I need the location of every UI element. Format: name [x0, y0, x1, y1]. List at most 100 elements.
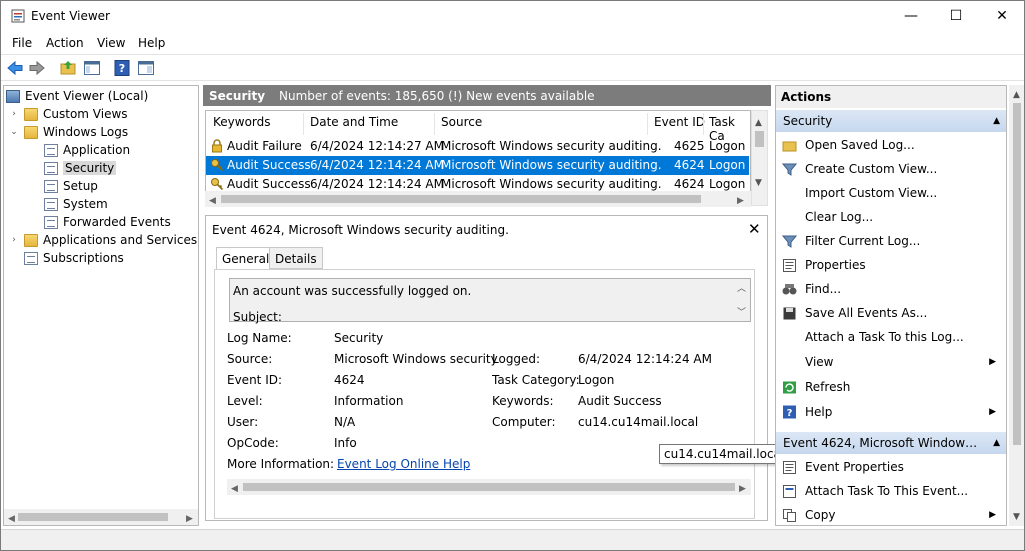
value-task-category: Logon — [578, 373, 615, 387]
svg-text:▶: ▶ — [739, 484, 746, 494]
action-label: Event Properties — [805, 460, 904, 474]
menu-file[interactable]: File — [12, 36, 32, 50]
label-opcode: OpCode: — [227, 436, 279, 450]
action-help[interactable]: ? Help ▶ — [776, 401, 1004, 423]
task-icon — [781, 484, 797, 498]
action-properties[interactable]: Properties — [776, 254, 1004, 276]
action-save-all-events[interactable]: Save All Events As... — [776, 302, 1004, 324]
maximize-button[interactable]: ☐ — [933, 1, 979, 31]
toolbar: ? — [1, 54, 1024, 81]
svg-text:?: ? — [786, 408, 792, 419]
log-icon — [44, 179, 58, 193]
tree-horizontal-scrollbar[interactable]: ◀ ▶ — [4, 509, 198, 525]
details-title: Event 4624, Microsoft Windows security a… — [212, 223, 509, 237]
value-keywords: Audit Success — [578, 394, 662, 408]
scroll-down-icon[interactable]: ﹀ — [737, 305, 746, 318]
action-create-custom-view[interactable]: Create Custom View... — [776, 158, 1004, 180]
action-attach-task-to-event[interactable]: Attach Task To This Event... — [776, 480, 1004, 502]
tree-item-windows-logs[interactable]: ⌄ Windows Logs — [8, 123, 128, 141]
action-label: Filter Current Log... — [805, 234, 921, 248]
cell-source: Microsoft Windows security auditing. — [441, 177, 662, 191]
svg-text:▲: ▲ — [755, 118, 762, 128]
details-horizontal-scrollbar[interactable]: ◀ ▶ — [227, 479, 751, 495]
tab-general[interactable]: General — [216, 247, 276, 270]
column-divider[interactable] — [647, 113, 648, 135]
collapse-section-icon[interactable]: ▲ — [993, 116, 1000, 126]
tree-item-custom-views[interactable]: › Custom Views — [8, 105, 127, 123]
forward-icon[interactable] — [28, 59, 46, 77]
menu-help[interactable]: Help — [138, 36, 165, 50]
show-hide-action-pane-icon[interactable] — [137, 59, 155, 77]
event-viewer-app-icon — [11, 9, 25, 23]
event-log-online-help-link[interactable]: Event Log Online Help — [337, 457, 470, 471]
tab-details[interactable]: Details — [269, 247, 323, 269]
up-folder-icon[interactable] — [59, 59, 77, 77]
tree-item-apps-services[interactable]: › Applications and Services Lo — [8, 231, 198, 249]
grid-vertical-scrollbar[interactable]: ▲ ▼ — [751, 110, 768, 206]
action-label: Refresh — [805, 380, 851, 394]
column-event-id[interactable]: Event ID — [654, 115, 705, 135]
svg-text:▼: ▼ — [1013, 512, 1020, 522]
action-import-custom-view[interactable]: Import Custom View... — [776, 182, 1004, 204]
tree-item-application[interactable]: Application — [44, 141, 130, 159]
help-icon: ? — [781, 405, 797, 419]
section-title: Event 4624, Microsoft Windows security a… — [783, 436, 979, 450]
collapse-section-icon[interactable]: ▲ — [993, 438, 1000, 448]
folder-icon — [24, 233, 38, 247]
column-divider[interactable] — [434, 113, 435, 135]
folder-icon — [24, 125, 38, 139]
close-button[interactable]: ✕ — [979, 1, 1024, 31]
event-description-box[interactable]: An account was successfully logged on. S… — [229, 278, 751, 324]
actions-section-security[interactable]: Security ▲ — [776, 110, 1006, 132]
actions-pane: Actions Security ▲ Open Saved Log... Cre… — [775, 85, 1007, 526]
show-hide-tree-icon[interactable] — [83, 59, 101, 77]
column-keywords[interactable]: Keywords — [213, 115, 271, 135]
close-details-icon[interactable]: ✕ — [748, 220, 761, 238]
action-filter-current-log[interactable]: Filter Current Log... — [776, 230, 1004, 252]
cell-task: Logon — [709, 139, 746, 153]
menu-action[interactable]: Action — [46, 36, 84, 50]
action-find[interactable]: Find... — [776, 278, 1004, 300]
action-refresh[interactable]: Refresh — [776, 376, 1004, 398]
back-icon[interactable] — [6, 59, 24, 77]
action-attach-task-to-log[interactable]: Attach a Task To this Log... — [776, 326, 1004, 348]
tree-item-security[interactable]: Security — [44, 159, 117, 177]
column-task-category[interactable]: Task Ca — [709, 115, 750, 143]
actions-section-event[interactable]: Event 4624, Microsoft Windows security a… — [776, 432, 1006, 454]
tree-item-system[interactable]: System — [44, 195, 108, 213]
expand-icon[interactable]: › — [8, 109, 20, 119]
help-icon[interactable]: ? — [113, 59, 131, 77]
tree-item-subscriptions[interactable]: Subscriptions — [24, 249, 124, 267]
blank-icon — [781, 186, 797, 200]
action-event-properties[interactable]: Event Properties — [776, 456, 1004, 478]
label-user: User: — [227, 415, 259, 429]
expand-icon[interactable]: › — [8, 235, 20, 245]
cell-keywords: Audit Success — [227, 158, 311, 172]
action-label: Open Saved Log... — [805, 138, 915, 152]
table-row-selected[interactable]: Audit Success 6/4/2024 12:14:24 AM Micro… — [206, 156, 749, 175]
event-description-more: Subject: — [233, 310, 282, 324]
value-source: Microsoft Windows security — [334, 352, 498, 366]
minimize-button[interactable]: — — [888, 1, 934, 31]
refresh-icon — [781, 380, 797, 394]
menu-view[interactable]: View — [97, 36, 125, 50]
tree-item-root[interactable]: Event Viewer (Local) — [6, 87, 148, 105]
tree-item-setup[interactable]: Setup — [44, 177, 98, 195]
cell-date: 6/4/2024 12:14:24 AM — [310, 177, 444, 191]
action-clear-log[interactable]: Clear Log... — [776, 206, 1004, 228]
collapse-icon[interactable]: ⌄ — [8, 127, 20, 137]
actions-vertical-scrollbar[interactable]: ▲ ▼ — [1009, 85, 1024, 526]
table-row[interactable]: Audit Failure 6/4/2024 12:14:27 AM Micro… — [206, 137, 749, 156]
column-source[interactable]: Source — [441, 115, 482, 135]
audit-success-key-icon — [210, 158, 224, 175]
action-label: Attach Task To This Event... — [805, 484, 969, 498]
grid-horizontal-scrollbar[interactable]: ◀ ▶ — [205, 191, 751, 207]
action-view[interactable]: View ▶ — [776, 351, 1004, 373]
scroll-up-icon[interactable]: ︿ — [737, 281, 746, 294]
column-divider[interactable] — [703, 113, 704, 135]
action-copy[interactable]: Copy ▶ — [776, 504, 1004, 525]
column-date-time[interactable]: Date and Time — [310, 115, 398, 135]
column-divider[interactable] — [303, 113, 304, 135]
tree-item-forwarded-events[interactable]: Forwarded Events — [44, 213, 171, 231]
action-open-saved-log[interactable]: Open Saved Log... — [776, 134, 1004, 156]
